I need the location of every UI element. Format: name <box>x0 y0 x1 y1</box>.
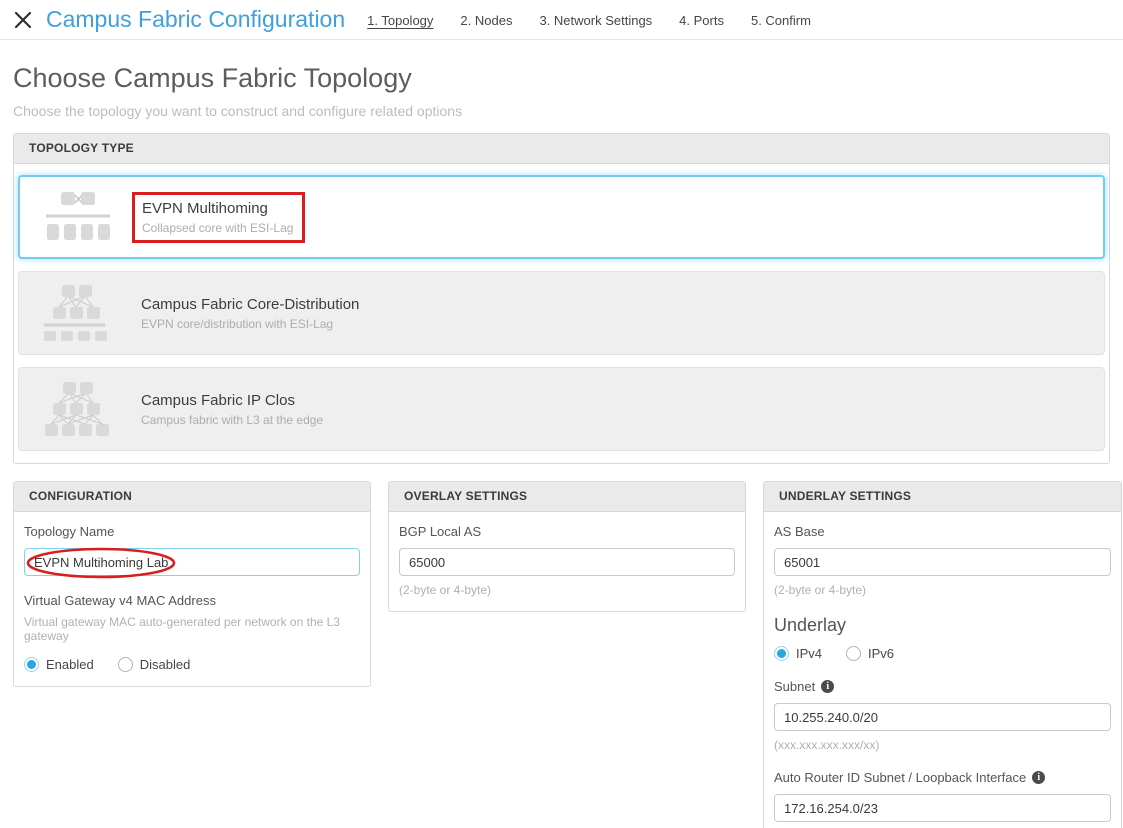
configuration-panel: CONFIGURATION Topology Name Virtual Gate… <box>13 481 371 687</box>
as-base-label: AS Base <box>774 524 1111 539</box>
core-distribution-icon <box>43 284 111 342</box>
section-subtitle: Choose the topology you want to construc… <box>13 103 1110 119</box>
radio-enabled[interactable]: Enabled <box>24 657 94 672</box>
radio-ipv4-label: IPv4 <box>796 646 822 661</box>
step-topology[interactable]: 1. Topology <box>367 13 433 28</box>
info-icon[interactable]: i <box>1032 771 1045 784</box>
radio-ipv6-circle[interactable] <box>846 646 861 661</box>
radio-ipv6-label: IPv6 <box>868 646 894 661</box>
subnet-label-row: Subnet i <box>774 679 1111 694</box>
ip-version-radio-group: IPv4 IPv6 <box>774 646 1111 661</box>
auto-router-id-label: Auto Router ID Subnet / Loopback Interfa… <box>774 770 1026 785</box>
topology-option-subtitle: Campus fabric with L3 at the edge <box>141 413 323 427</box>
radio-disabled[interactable]: Disabled <box>118 657 191 672</box>
radio-disabled-circle[interactable] <box>118 657 133 672</box>
auto-router-id-input[interactable] <box>774 794 1111 822</box>
topology-option-title: Campus Fabric IP Clos <box>141 392 323 409</box>
underlay-settings-panel-header: UNDERLAY SETTINGS <box>764 482 1121 512</box>
radio-enabled-label: Enabled <box>46 657 94 672</box>
as-base-input[interactable] <box>774 548 1111 576</box>
subnet-hint: (xxx.xxx.xxx.xxx/xx) <box>774 738 1111 752</box>
topology-option-title: Campus Fabric Core-Distribution <box>141 296 359 313</box>
bgp-local-as-input[interactable] <box>399 548 735 576</box>
topology-type-panel-header: TOPOLOGY TYPE <box>14 134 1109 164</box>
close-icon[interactable] <box>12 9 34 31</box>
auto-router-id-label-row: Auto Router ID Subnet / Loopback Interfa… <box>774 770 1111 785</box>
configuration-panel-header: CONFIGURATION <box>14 482 370 512</box>
topology-option-text: EVPN Multihoming Collapsed core with ESI… <box>140 198 295 237</box>
topology-option-ip-clos[interactable]: Campus Fabric IP Clos Campus fabric with… <box>18 367 1105 451</box>
bgp-local-as-hint: (2-byte or 4-byte) <box>399 583 735 597</box>
radio-ipv6[interactable]: IPv6 <box>846 646 894 661</box>
topology-option-core-distribution[interactable]: Campus Fabric Core-Distribution EVPN cor… <box>18 271 1105 355</box>
virtual-gateway-label: Virtual Gateway v4 MAC Address <box>24 593 360 608</box>
virtual-gateway-radio-group: Enabled Disabled <box>24 657 360 672</box>
as-base-hint: (2-byte or 4-byte) <box>774 583 1111 597</box>
subnet-label: Subnet <box>774 679 815 694</box>
radio-enabled-circle[interactable] <box>24 657 39 672</box>
topology-type-panel: TOPOLOGY TYPE <box>13 133 1110 464</box>
step-nodes[interactable]: 2. Nodes <box>460 13 512 28</box>
virtual-gateway-hint: Virtual gateway MAC auto-generated per n… <box>24 615 360 643</box>
topology-option-text: Campus Fabric Core-Distribution EVPN cor… <box>139 294 361 333</box>
ip-clos-icon <box>43 381 111 437</box>
topology-option-subtitle: Collapsed core with ESI-Lag <box>142 221 293 235</box>
underlay-settings-panel: UNDERLAY SETTINGS AS Base (2-byte or 4-b… <box>763 481 1122 828</box>
topology-option-subtitle: EVPN core/distribution with ESI-Lag <box>141 317 359 331</box>
topology-type-options: EVPN Multihoming Collapsed core with ESI… <box>14 164 1109 463</box>
radio-ipv4[interactable]: IPv4 <box>774 646 822 661</box>
page-heading-block: Choose Campus Fabric Topology Choose the… <box>0 40 1123 133</box>
campus-fabric-configuration-screen: Campus Fabric Configuration 1. Topology … <box>0 0 1123 828</box>
topology-option-title: EVPN Multihoming <box>142 200 293 217</box>
info-icon[interactable]: i <box>821 680 834 693</box>
page-title: Campus Fabric Configuration <box>46 6 345 33</box>
step-network-settings[interactable]: 3. Network Settings <box>539 13 652 28</box>
wizard-steps: 1. Topology 2. Nodes 3. Network Settings… <box>367 11 811 28</box>
collapsed-core-icon <box>44 190 112 244</box>
underlay-heading: Underlay <box>774 615 1111 636</box>
section-title: Choose Campus Fabric Topology <box>13 63 1110 94</box>
topology-option-evpn-multihoming[interactable]: EVPN Multihoming Collapsed core with ESI… <box>18 175 1105 259</box>
topology-name-label: Topology Name <box>24 524 360 539</box>
topology-name-input[interactable] <box>24 548 360 576</box>
topology-option-text: Campus Fabric IP Clos Campus fabric with… <box>139 390 325 429</box>
radio-disabled-label: Disabled <box>140 657 191 672</box>
overlay-settings-panel: OVERLAY SETTINGS BGP Local AS (2-byte or… <box>388 481 746 612</box>
step-confirm[interactable]: 5. Confirm <box>751 13 811 28</box>
subnet-input[interactable] <box>774 703 1111 731</box>
app-header: Campus Fabric Configuration 1. Topology … <box>0 0 1123 40</box>
radio-ipv4-circle[interactable] <box>774 646 789 661</box>
step-ports[interactable]: 4. Ports <box>679 13 724 28</box>
overlay-settings-panel-header: OVERLAY SETTINGS <box>389 482 745 512</box>
bgp-local-as-label: BGP Local AS <box>399 524 735 539</box>
settings-row: CONFIGURATION Topology Name Virtual Gate… <box>13 481 1110 828</box>
